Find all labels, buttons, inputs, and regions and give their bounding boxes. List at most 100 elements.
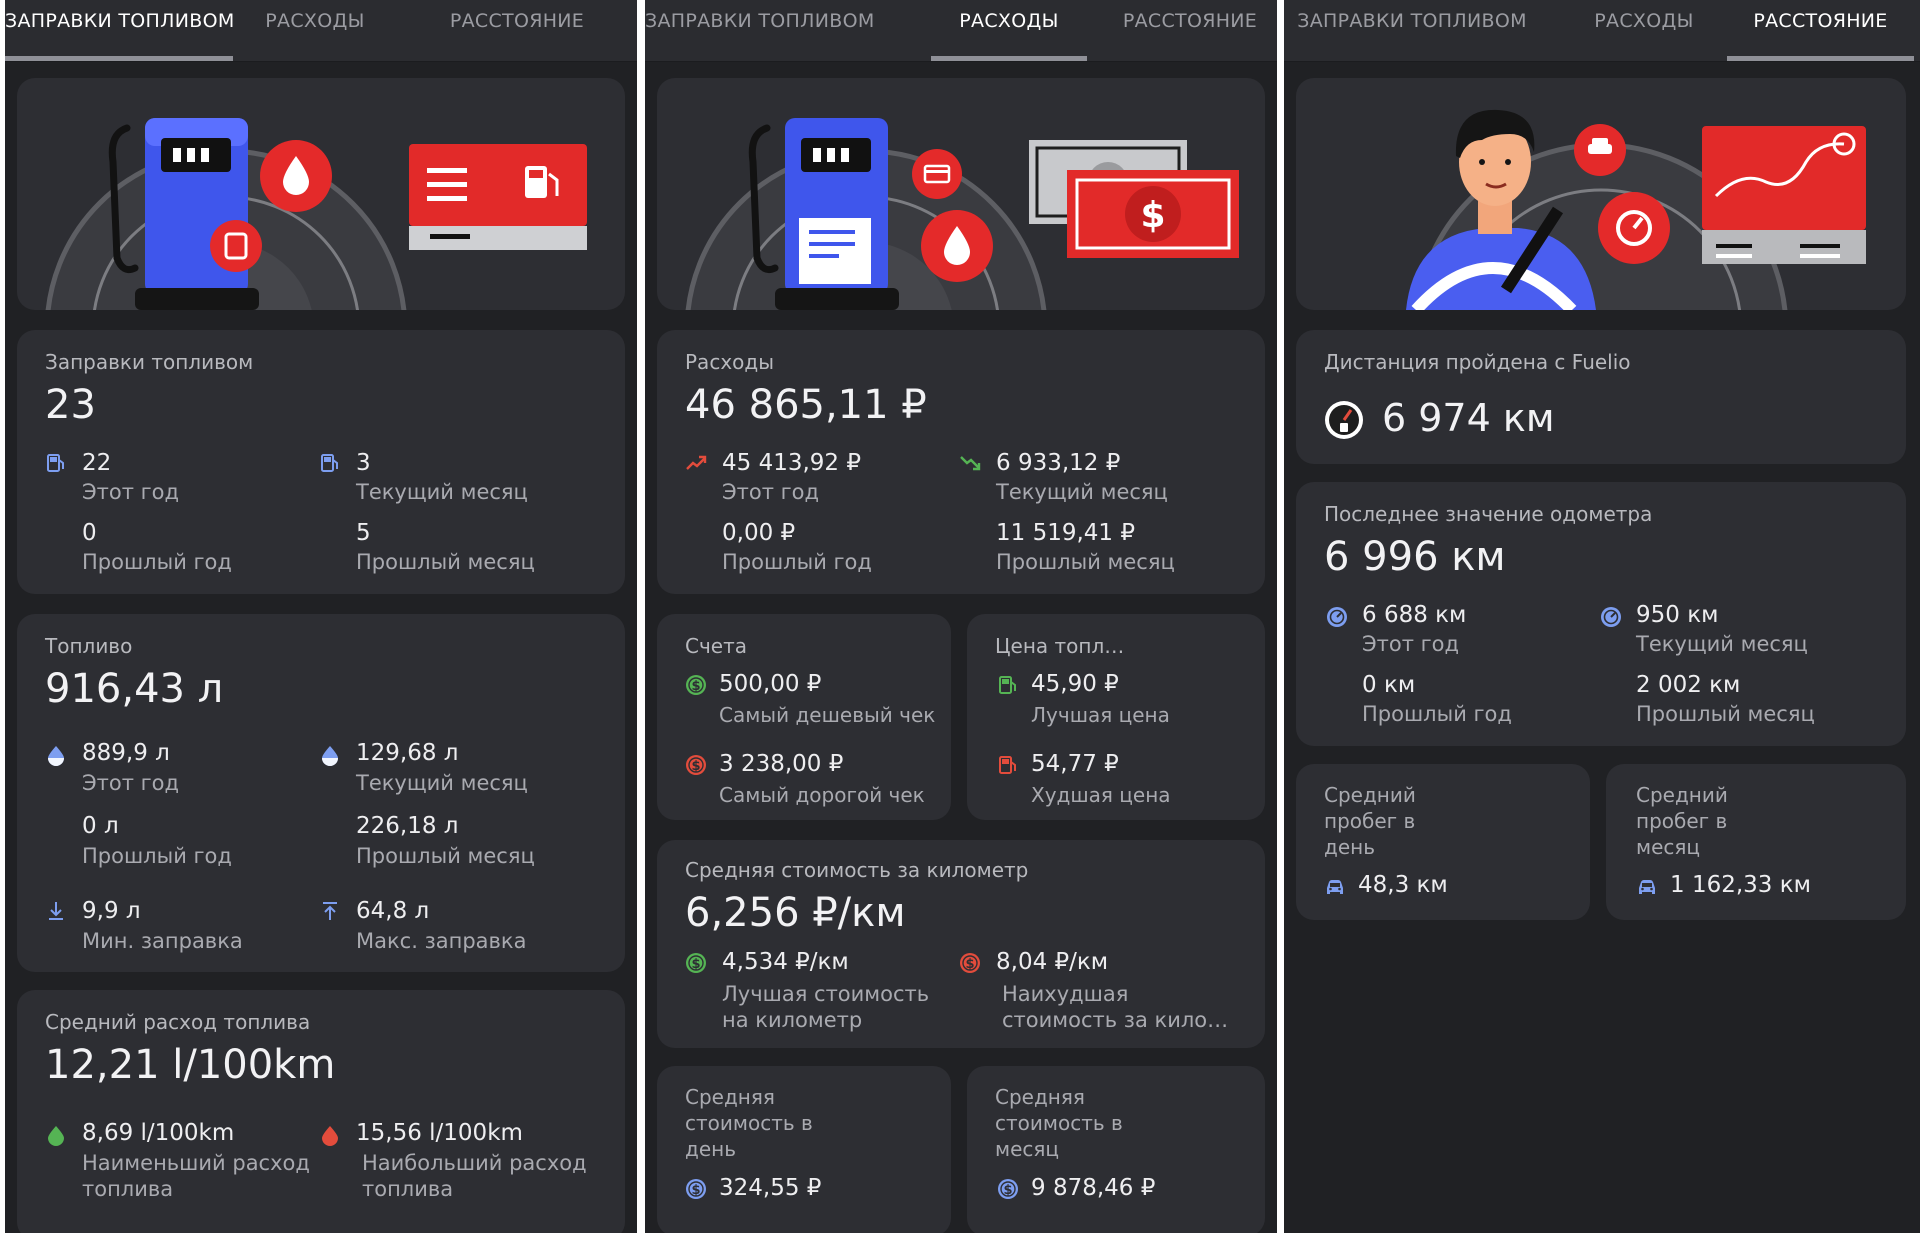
fuel-total: 916,43 л: [45, 666, 224, 712]
tab-distance[interactable]: РАССТОЯНИЕ: [1103, 0, 1277, 62]
fuel-pump-icon: [319, 452, 341, 474]
fuel-station-illustration: [45, 118, 587, 310]
tab-distance-label: РАССТОЯНИЕ: [1753, 10, 1888, 32]
panel-bottom-edge: [1284, 1225, 1920, 1233]
since-fuelio-title: Дистанция пройдена с Fuelio: [1324, 350, 1631, 374]
odometer-title: Последнее значение одометра: [1324, 502, 1653, 526]
cost-per-day-value: 324,55 ₽: [719, 1175, 822, 1201]
cost-per-km-total: 6,256 ₽/км: [685, 890, 906, 936]
fuel-price-title: Цена топл…: [995, 634, 1125, 658]
monthly-mileage-title: Средний пробег в месяц: [1636, 783, 1728, 859]
tab-divider: [5, 61, 637, 62]
tab-distance[interactable]: РАССТОЯНИЕ: [1727, 0, 1914, 62]
red-dollar-icon: $: [959, 952, 981, 974]
tab-bar: ЗАПРАВКИ ТОПЛИВОМ РАСХОДЫ РАССТОЯНИЕ: [645, 0, 1277, 62]
distance-since-fuelio-card[interactable]: Дистанция пройдена с Fuelio 6 974 км: [1296, 330, 1906, 464]
cost-per-km-worst-value: 8,04 ₽/км: [996, 949, 1109, 975]
svg-text:$: $: [965, 957, 974, 972]
fuel-min-label: Мин. заправка: [82, 929, 243, 953]
tab-expenses[interactable]: РАСХОДЫ: [237, 0, 393, 62]
tab-refuel[interactable]: ЗАПРАВКИ ТОПЛИВОМ: [5, 0, 235, 62]
refuels-total: 23: [45, 382, 96, 428]
tab-refuel[interactable]: ЗАПРАВКИ ТОПЛИВОМ: [1284, 0, 1540, 62]
fuel-last-month-label: Прошлый месяц: [356, 844, 535, 868]
trend-down-icon: [959, 452, 981, 474]
arrow-down-min-icon: [45, 900, 67, 922]
tab-refuel[interactable]: ЗАПРАВКИ ТОПЛИВОМ: [645, 0, 875, 62]
refuel-panel: ЗАПРАВКИ ТОПЛИВОМ РАСХОДЫ РАССТОЯНИЕ Зап…: [5, 0, 637, 1233]
fuel-current-month-value: 129,68 л: [356, 740, 459, 766]
cost-per-day-card[interactable]: Средняя стоимость в день $ 324,55 ₽: [657, 1066, 951, 1233]
tab-bar: ЗАПРАВКИ ТОПЛИВОМ РАСХОДЫ РАССТОЯНИЕ: [1284, 0, 1920, 62]
cost-per-km-best-label: Лучшая стоимость на километр: [722, 982, 930, 1032]
expenses-illustration: $: [657, 78, 1265, 310]
red-drop-icon: [319, 1124, 341, 1146]
red-fuel-pump-icon: [997, 754, 1019, 776]
tab-refuel-label: ЗАПРАВКИ ТОПЛИВОМ: [5, 10, 235, 32]
expenses-card[interactable]: Расходы 46 865,11 ₽ 45 413,92 ₽ Этот год…: [657, 330, 1265, 594]
tab-expenses[interactable]: РАСХОДЫ: [1574, 0, 1714, 62]
fuel-max-value: 64,8 л: [356, 898, 430, 924]
expenses-last-month-value: 11 519,41 ₽: [996, 520, 1135, 546]
green-dollar-icon: $: [685, 674, 707, 696]
cost-per-month-card[interactable]: Средняя стоимость в месяц $ 9 878,46 ₽: [967, 1066, 1265, 1233]
refuels-current-month-value: 3: [356, 450, 371, 476]
refuels-current-month-label: Текущий месяц: [356, 480, 528, 504]
arrow-up-max-icon: [319, 900, 341, 922]
car-icon: [1324, 876, 1346, 898]
expenses-panel: ЗАПРАВКИ ТОПЛИВОМ РАСХОДЫ РАССТОЯНИЕ $ Р…: [645, 0, 1277, 1233]
fuel-drop-icon: [319, 744, 341, 766]
fuel-min-value: 9,9 л: [82, 898, 141, 924]
tab-distance[interactable]: РАССТОЯНИЕ: [397, 0, 637, 62]
fuel-price-card[interactable]: Цена топл… 45,90 ₽ Лучшая цена 54,77 ₽ Х…: [967, 614, 1265, 820]
refuels-this-year-label: Этот год: [82, 480, 180, 504]
tab-distance-label: РАССТОЯНИЕ: [1122, 10, 1258, 32]
fuel-this-year-label: Этот год: [82, 771, 180, 795]
cost-per-km-best-value: 4,534 ₽/км: [722, 949, 849, 975]
blue-dollar-icon: $: [685, 1178, 707, 1200]
consumption-title: Средний расход топлива: [45, 1010, 311, 1034]
refuels-card[interactable]: Заправки топливом 23 22 Этот год 3 Текущ…: [17, 330, 625, 594]
bills-title: Счета: [685, 634, 747, 658]
tab-refuel-label: ЗАПРАВКИ ТОПЛИВОМ: [645, 10, 875, 32]
odometer-card[interactable]: Последнее значение одометра 6 996 км 6 6…: [1296, 482, 1906, 746]
expenses-last-year-label: Прошлый год: [722, 550, 872, 574]
expenses-title: Расходы: [685, 350, 775, 374]
fuel-last-year-value: 0 л: [82, 813, 119, 839]
refuels-last-year-label: Прошлый год: [82, 550, 232, 574]
cost-per-km-title: Средняя стоимость за километр: [685, 858, 1029, 882]
bills-cheapest-label: Самый дешевый чек: [719, 703, 936, 727]
odometer-current-month-label: Текущий месяц: [1636, 632, 1808, 656]
tab-distance-label: РАССТОЯНИЕ: [449, 10, 585, 32]
bills-cheapest-value: 500,00 ₽: [719, 671, 822, 697]
distance-illustration: [1296, 78, 1906, 310]
fuel-price-worst-label: Худшая цена: [1031, 783, 1171, 807]
odometer-gauge-icon: [1324, 400, 1364, 440]
tab-divider: [645, 61, 1277, 62]
speedometer-icon: [1326, 606, 1348, 628]
expenses-current-month-label: Текущий месяц: [996, 480, 1168, 504]
monthly-mileage-value: 1 162,33 км: [1670, 872, 1811, 898]
refuels-last-year-value: 0: [82, 520, 97, 546]
consumption-card[interactable]: Средний расход топлива 12,21 l/100km 8,6…: [17, 990, 625, 1233]
fuel-volume-card[interactable]: Топливо 916,43 л 889,9 л Этот год 129,68…: [17, 614, 625, 972]
car-icon: [1636, 876, 1658, 898]
cost-per-km-card[interactable]: Средняя стоимость за километр 6,256 ₽/км…: [657, 840, 1265, 1048]
svg-text:$: $: [691, 679, 700, 694]
bills-most-expensive-value: 3 238,00 ₽: [719, 751, 844, 777]
odometer-total: 6 996 км: [1324, 534, 1506, 580]
svg-text:$: $: [1003, 1183, 1012, 1198]
red-dollar-icon: $: [685, 754, 707, 776]
fuel-last-year-label: Прошлый год: [82, 844, 232, 868]
monthly-mileage-card[interactable]: Средний пробег в месяц 1 162,33 км: [1606, 764, 1906, 920]
fuel-last-month-value: 226,18 л: [356, 813, 459, 839]
tab-divider: [1284, 61, 1920, 62]
fuel-current-month-label: Текущий месяц: [356, 771, 528, 795]
tab-expenses[interactable]: РАСХОДЫ: [931, 0, 1087, 62]
expenses-current-month-value: 6 933,12 ₽: [996, 450, 1121, 476]
expenses-this-year-value: 45 413,92 ₽: [722, 450, 861, 476]
daily-mileage-card[interactable]: Средний пробег в день 48,3 км: [1296, 764, 1590, 920]
odometer-last-year-value: 0 км: [1362, 672, 1416, 698]
speedometer-icon: [1600, 606, 1622, 628]
bills-card[interactable]: Счета $ 500,00 ₽ Самый дешевый чек $ 3 2…: [657, 614, 951, 820]
